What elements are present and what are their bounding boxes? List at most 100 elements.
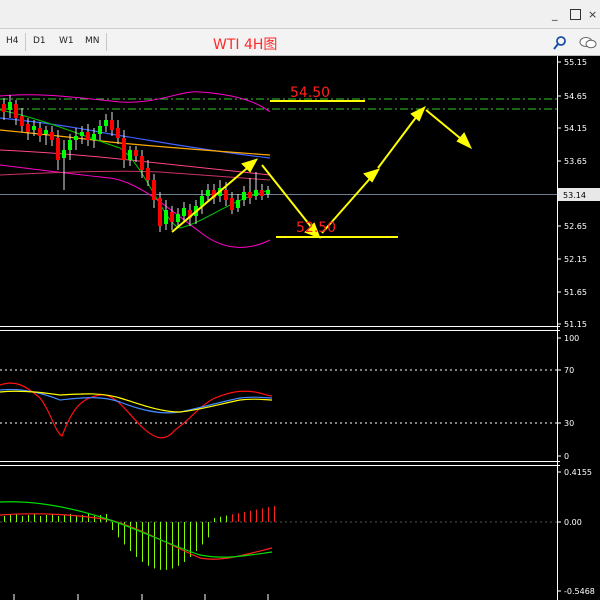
chat-icon[interactable]	[578, 35, 598, 51]
candle-bull	[266, 190, 270, 194]
timeframe-d1[interactable]: D1	[33, 36, 46, 46]
macd-bar	[46, 515, 47, 522]
macd-bar	[256, 509, 257, 522]
candle-bull	[104, 120, 108, 126]
axis-tick-label: 30	[564, 419, 574, 428]
candle-bull	[62, 150, 66, 158]
candle-bull	[92, 134, 96, 140]
candle-bear	[134, 150, 138, 156]
candle-bull	[236, 200, 240, 208]
macd-bar	[88, 514, 89, 522]
candle-bear	[26, 124, 30, 132]
timeframe-w1[interactable]: W1	[59, 36, 74, 46]
candle-bear	[20, 116, 24, 126]
arrow-head	[363, 168, 381, 183]
macd-bar	[64, 515, 65, 522]
axis-tick-label: 52.15	[564, 255, 587, 264]
search-icon[interactable]	[552, 35, 568, 51]
axis-tick-label: 0.4155	[564, 468, 592, 477]
candle-bear	[158, 198, 162, 226]
candle-bear	[170, 212, 174, 222]
candle-bear	[230, 198, 234, 210]
candle-bear	[86, 132, 90, 140]
macd-bar	[10, 515, 11, 522]
projection-arrow-up	[377, 111, 421, 169]
timeframe-toolbar: H4 D1 W1 MN	[0, 29, 600, 56]
macd-bar	[178, 522, 179, 566]
candle-bear	[38, 128, 42, 136]
toolbar-divider	[106, 33, 107, 51]
timeframe-h4[interactable]: H4	[6, 36, 19, 46]
candle-bull	[242, 192, 246, 200]
macd-bar	[226, 515, 227, 522]
macd-bar	[220, 516, 221, 522]
macd-bar	[112, 522, 113, 530]
candle-bear	[122, 138, 126, 160]
candle-bear	[260, 190, 264, 196]
axis-tick-label: 100	[564, 334, 579, 343]
candle-bull	[74, 136, 78, 140]
candle-bull	[80, 132, 84, 136]
target-label-lower: 52.50	[296, 220, 336, 236]
macd-bar	[232, 514, 233, 522]
macd-bar	[52, 514, 53, 522]
candle-bear	[248, 192, 252, 198]
minimize-button[interactable]: _	[552, 8, 558, 21]
macd-bar	[4, 516, 5, 522]
macd-bar	[148, 522, 149, 566]
candle-bull	[206, 190, 210, 196]
axis-tick-label: 54.15	[564, 124, 587, 133]
macd-bar	[16, 514, 17, 522]
candle-bull	[254, 190, 258, 196]
macd-bar	[274, 506, 275, 522]
macd-bar	[58, 516, 59, 522]
candle-bear	[140, 156, 144, 170]
macd-bar	[184, 522, 185, 562]
axis-tick-label: 0.00	[564, 518, 582, 527]
arrow-head	[456, 132, 473, 150]
axis-tick-label: 51.65	[564, 288, 587, 297]
toolbar-divider	[25, 33, 26, 51]
macd-bar	[40, 516, 41, 522]
macd-bar	[208, 522, 209, 538]
candle-bull	[98, 126, 102, 134]
axis-tick-label: 53.65	[564, 157, 587, 166]
macd-bar	[166, 522, 167, 570]
macd-bar	[22, 516, 23, 522]
macd-bar	[142, 522, 143, 562]
macd-bar	[94, 516, 95, 522]
macd-bar	[250, 510, 251, 522]
candle-bull	[8, 102, 12, 110]
candle-bull	[44, 130, 48, 134]
candle-bull	[182, 208, 186, 216]
axis-tick-label: 70	[564, 366, 574, 375]
macd-histogram	[4, 506, 275, 570]
macd-bar	[106, 514, 107, 522]
macd-bar	[136, 522, 137, 557]
macd-bar	[268, 507, 269, 522]
candle-bull	[32, 126, 36, 130]
arrow-head	[410, 105, 426, 122]
candle-bear	[224, 190, 228, 200]
candle-bear	[50, 132, 54, 140]
projection-arrows	[171, 105, 473, 239]
candle-bear	[116, 128, 120, 138]
macd-bar	[196, 522, 197, 552]
candle-bull	[164, 210, 168, 224]
candle-bear	[152, 180, 156, 200]
oscillator-yellow-line	[0, 390, 273, 413]
chart-title: WTI 4H图	[213, 37, 278, 53]
candle-bull	[68, 140, 72, 150]
macd-bar	[202, 522, 203, 545]
moving-average-red	[0, 170, 271, 181]
close-button[interactable]: ×	[588, 8, 597, 21]
window-titlebar: _ ×	[0, 0, 600, 29]
chart-area[interactable]: 55.15 54.65 54.15 53.65 52.65 52.15 51.65 51.15…	[0, 56, 600, 600]
axis-tick-label: 54.65	[564, 92, 587, 101]
candle-bear	[110, 120, 114, 130]
timeframe-mn[interactable]: MN	[85, 36, 100, 46]
restore-button[interactable]	[570, 9, 581, 20]
axis-tick-label: 55.15	[564, 58, 587, 67]
candle-bear	[146, 168, 150, 180]
macd-bar	[76, 516, 77, 522]
